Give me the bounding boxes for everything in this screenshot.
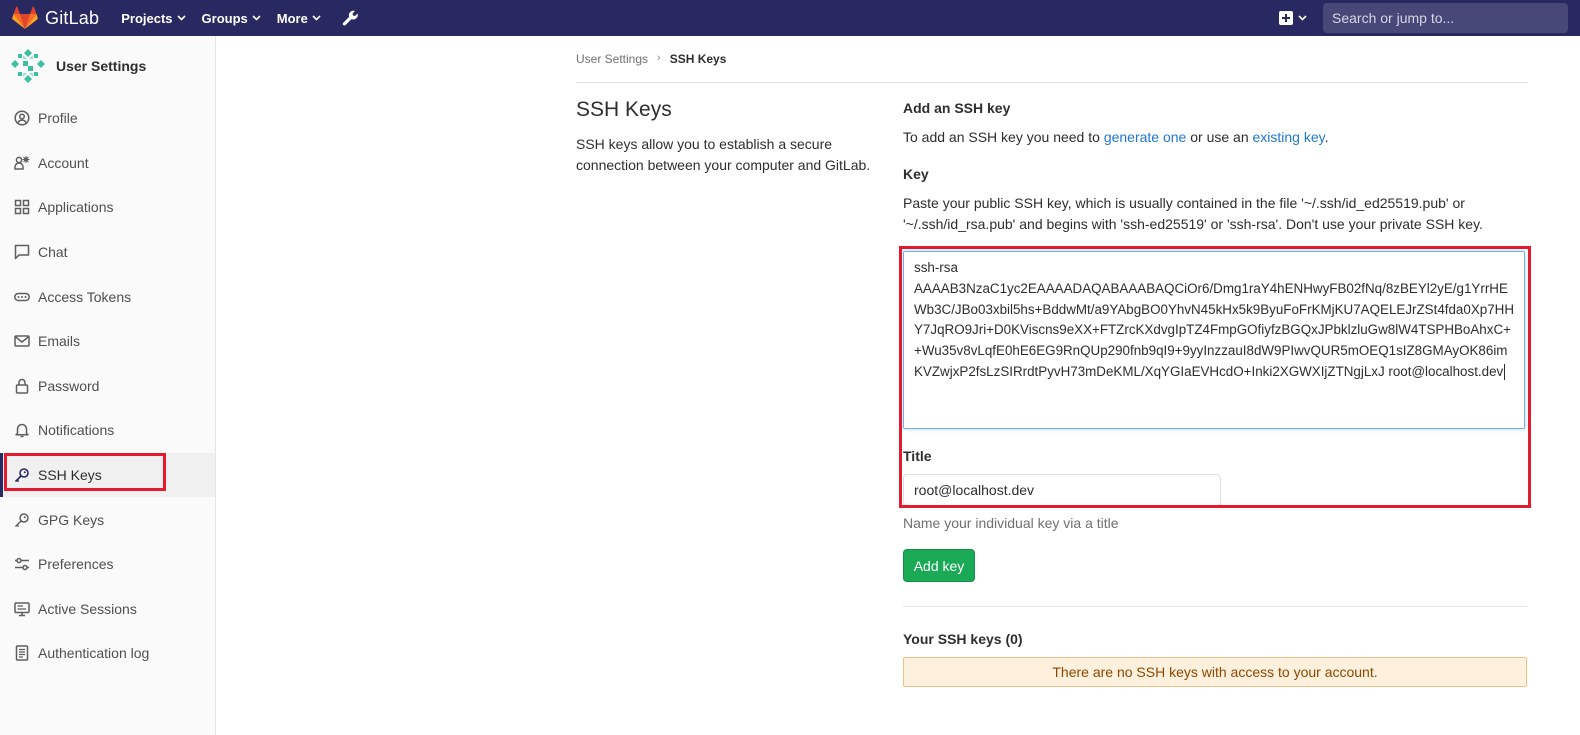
key-label: Key	[903, 166, 929, 182]
plus-square-icon	[1279, 11, 1293, 25]
gitlab-logo-icon	[12, 6, 38, 29]
sidebar-item-chat[interactable]: Chat	[0, 230, 215, 275]
intro-text: .	[1324, 129, 1329, 145]
search-input[interactable]: Search or jump to...	[1323, 3, 1568, 33]
key-textarea[interactable]: ssh-rsa AAAAB3NzaC1yc2EAAAADAQABAAABAQCi…	[903, 251, 1525, 429]
no-keys-message: There are no SSH keys with access to you…	[1052, 664, 1378, 680]
sidebar-item-ssh-keys[interactable]: SSH Keys	[0, 452, 215, 498]
top-navbar: GitLab Projects Groups More Search or ju…	[0, 0, 1580, 36]
log-icon	[15, 645, 29, 662]
sidebar-item-label: Emails	[38, 333, 81, 350]
key-help-text: Paste your public SSH key, which is usua…	[903, 195, 1483, 232]
title-input[interactable]: root@localhost.dev	[903, 474, 1221, 506]
add-ssh-key-heading: Add an SSH key	[903, 100, 1011, 116]
text-cursor	[1504, 364, 1506, 381]
search-placeholder: Search or jump to...	[1332, 10, 1455, 26]
sidebar-item-label: Preferences	[38, 556, 114, 573]
add-key-button[interactable]: Add key	[903, 549, 975, 582]
sidebar-item-label: SSH Keys	[38, 467, 102, 484]
nav-groups-label: Groups	[201, 10, 248, 26]
sidebar-item-label: Active Sessions	[38, 600, 137, 617]
admin-wrench-icon[interactable]	[342, 10, 359, 27]
add-ssh-key-intro: To add an SSH key you need to generate o…	[903, 129, 1329, 145]
sidebar-item-authentication-log[interactable]: Authentication log	[0, 631, 215, 676]
no-keys-warning: There are no SSH keys with access to you…	[903, 657, 1527, 687]
nav-projects-label: Projects	[121, 10, 173, 26]
sidebar-item-access-tokens[interactable]: Access Tokens	[0, 274, 215, 319]
breadcrumb-user-settings[interactable]: User Settings	[576, 52, 648, 82]
settings-sidebar: User Settings Profile Account Applicatio…	[0, 36, 216, 735]
token-icon	[14, 292, 30, 301]
breadcrumb-ssh-keys[interactable]: SSH Keys	[670, 52, 727, 82]
chevron-down-icon	[312, 15, 321, 21]
sidebar-item-password[interactable]: Password	[0, 364, 215, 409]
nav-projects-dropdown[interactable]: Projects	[121, 0, 186, 36]
key-icon	[14, 468, 29, 483]
title-help-text: Name your individual key via a title	[903, 515, 1119, 531]
sidebar-item-label: Notifications	[38, 422, 115, 439]
key-icon	[14, 512, 29, 527]
sidebar-item-label: Account	[38, 154, 89, 171]
bell-icon	[15, 424, 29, 438]
sidebar-item-label: Applications	[38, 199, 114, 216]
sidebar-item-label: Access Tokens	[38, 288, 132, 305]
settings-icon	[15, 557, 29, 571]
brand-name: GitLab	[45, 7, 100, 28]
intro-text: or use an	[1186, 129, 1253, 145]
existing-key-link[interactable]: existing key	[1253, 129, 1325, 145]
key-textarea-value: ssh-rsa AAAAB3NzaC1yc2EAAAADAQABAAABAQCi…	[914, 260, 1514, 379]
sidebar-item-label: Password	[38, 377, 100, 394]
sidebar-title: User Settings	[56, 58, 147, 74]
sidebar-item-account[interactable]: Account	[0, 141, 215, 186]
sidebar-item-preferences[interactable]: Preferences	[0, 542, 215, 587]
nav-groups-dropdown[interactable]: Groups	[202, 0, 261, 36]
gitlab-home-link[interactable]: GitLab	[0, 0, 99, 36]
breadcrumb: User Settings › SSH Keys	[576, 52, 1528, 83]
mail-icon	[14, 335, 30, 348]
sidebar-item-label: Chat	[38, 244, 68, 261]
page-title: SSH Keys	[576, 98, 672, 121]
new-item-dropdown[interactable]	[1279, 11, 1307, 25]
sidebar-header[interactable]: User Settings	[0, 36, 215, 96]
breadcrumb-chevron-right-icon: ›	[657, 52, 661, 64]
nav-more-dropdown[interactable]: More	[277, 0, 321, 36]
user-avatar-identicon	[11, 49, 45, 83]
sidebar-item-gpg-keys[interactable]: GPG Keys	[0, 497, 215, 542]
lock-icon	[15, 378, 29, 394]
generate-one-link[interactable]: generate one	[1104, 129, 1187, 145]
sidebar-item-label: Authentication log	[38, 645, 150, 662]
nav-more-label: More	[276, 10, 308, 26]
title-input-value: root@localhost.dev	[914, 482, 1035, 498]
your-ssh-keys-heading: Your SSH keys (0)	[903, 631, 1023, 647]
intro-text: To add an SSH key you need to	[903, 129, 1104, 145]
sidebar-item-label: GPG Keys	[38, 511, 105, 528]
account-icon	[14, 155, 30, 170]
sidebar-item-profile[interactable]: Profile	[0, 96, 215, 141]
chevron-down-icon	[252, 15, 261, 21]
section-divider	[903, 606, 1527, 607]
sidebar-item-applications[interactable]: Applications	[0, 185, 215, 230]
page-intro: SSH Keys SSH keys allow you to establish…	[576, 98, 876, 176]
chevron-down-icon	[176, 15, 186, 21]
sidebar-item-label: Profile	[38, 110, 78, 127]
chevron-down-icon	[1298, 15, 1307, 21]
monitor-icon	[14, 602, 30, 617]
chat-icon	[14, 244, 30, 260]
title-label: Title	[903, 448, 932, 464]
sidebar-item-active-sessions[interactable]: Active Sessions	[0, 587, 215, 632]
applications-icon	[14, 200, 30, 215]
sidebar-item-emails[interactable]: Emails	[0, 319, 215, 364]
page-description: SSH keys allow you to establish a secure…	[576, 136, 871, 173]
profile-icon	[14, 110, 30, 126]
sidebar-item-notifications[interactable]: Notifications	[0, 408, 215, 453]
